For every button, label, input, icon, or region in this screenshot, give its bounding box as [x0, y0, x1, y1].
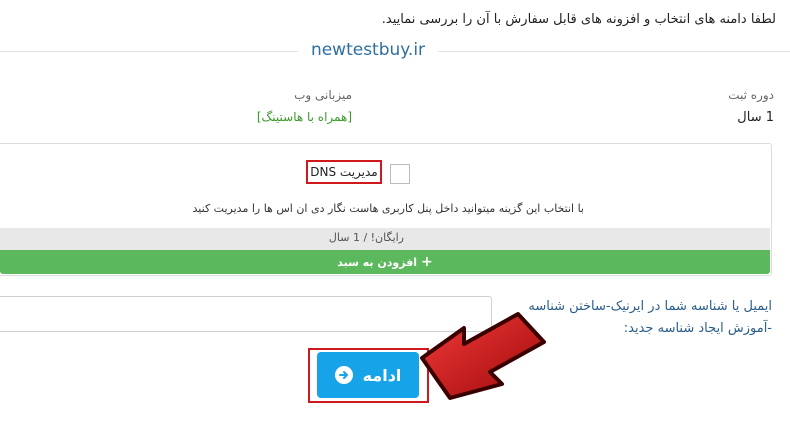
- arrow-right-circle-icon: [334, 366, 353, 384]
- dns-addon-checkbox[interactable]: [390, 164, 410, 184]
- hosting-value: [همراه با هاستینگ]: [256, 110, 352, 124]
- hosting-label: میزبانی وب: [294, 88, 352, 102]
- add-to-cart-label: افزودن به سبد: [337, 255, 418, 269]
- addon-price: رایگان! / 1 سال: [328, 231, 404, 244]
- divider: [438, 51, 790, 52]
- period-label: دوره ثبت: [728, 88, 774, 102]
- dns-addon-label: مدیریت DNS: [306, 160, 382, 184]
- dns-addon-description: با انتخاب این گزینه میتوانید داخل پنل کا…: [192, 202, 584, 215]
- add-to-cart-button[interactable]: + افزودن به سبد: [0, 250, 770, 274]
- intro-text: لطفا دامنه های انتخاب و افزونه های قابل …: [381, 12, 776, 27]
- divider: [0, 51, 298, 52]
- pointer-arrow-icon: [420, 312, 546, 400]
- period-value: 1 سال: [737, 110, 774, 125]
- domain-name: newtestbuy.ir: [310, 40, 426, 60]
- plus-icon: +: [421, 254, 433, 270]
- continue-label: ادامه: [362, 365, 402, 385]
- continue-button[interactable]: ادامه: [317, 352, 419, 398]
